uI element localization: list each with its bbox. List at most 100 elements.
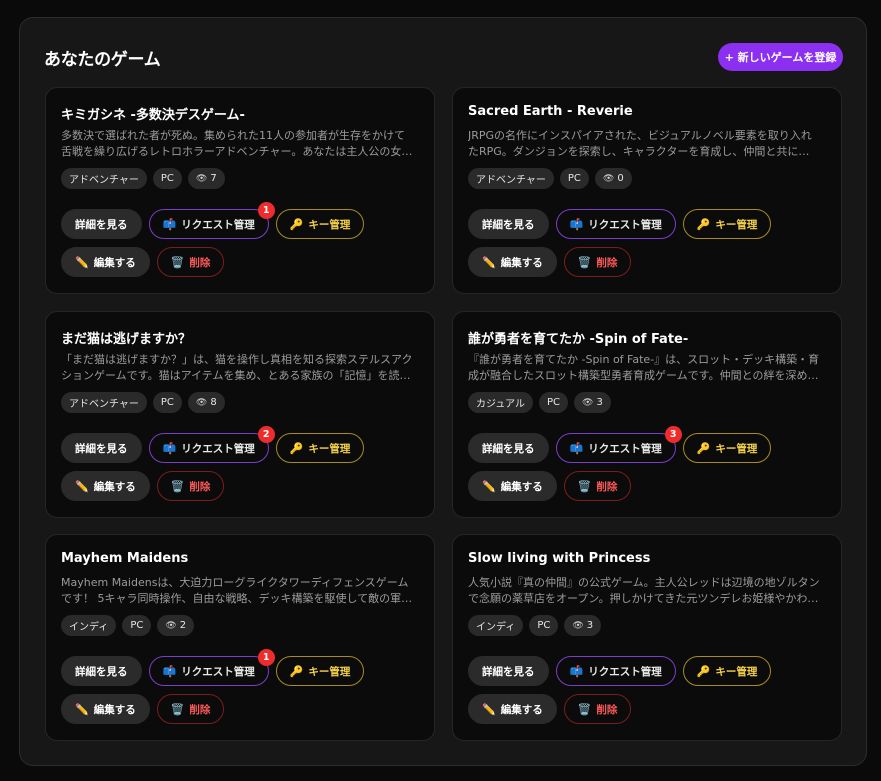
mailbox-icon: 📫 — [162, 441, 177, 455]
game-title: Sacred Earth - Reverie — [468, 104, 633, 119]
game-description: JRPGの名作にインスパイアされた、ビジュアルノベル要素を取り入れたRPG。ダン… — [468, 129, 812, 158]
genre-tag: インディ — [61, 615, 117, 636]
view-details-label: 詳細を見る — [482, 665, 535, 678]
eye-icon: 👁 — [195, 173, 208, 184]
trash-icon: 🗑️ — [577, 479, 592, 493]
manage-keys-button[interactable]: 🔑 キー管理 — [275, 209, 365, 239]
edit-label: 編集する — [93, 480, 136, 493]
game-tags: アドベンチャー PC 👁 7 — [61, 168, 225, 189]
manage-requests-label: リクエスト管理 — [181, 442, 255, 455]
edit-button[interactable]: ✏️ 編集する — [468, 694, 557, 724]
request-count-badge: 1 — [257, 202, 275, 219]
delete-label: 削除 — [189, 256, 211, 269]
manage-keys-label: キー管理 — [308, 665, 351, 678]
manage-requests-label: リクエスト管理 — [181, 218, 255, 231]
pencil-icon: ✏️ — [75, 255, 89, 269]
key-icon: 🔑 — [696, 441, 711, 455]
game-title: Slow living with Princess — [468, 551, 651, 566]
views-tag: 👁 3 — [574, 392, 611, 413]
game-card: Sacred Earth - Reverie JRPGの名作にインスパイアされた… — [452, 87, 842, 294]
trash-icon: 🗑️ — [577, 702, 592, 716]
game-title: Mayhem Maidens — [61, 551, 189, 566]
views-count: 2 — [179, 620, 187, 631]
manage-requests-button[interactable]: 📫 リクエスト管理 2 — [148, 426, 275, 463]
views-count: 0 — [617, 173, 624, 184]
view-details-button[interactable]: 詳細を見る — [61, 209, 142, 239]
key-icon: 🔑 — [696, 217, 711, 231]
view-details-button[interactable]: 詳細を見る — [468, 433, 549, 463]
trash-icon: 🗑️ — [170, 255, 185, 269]
manage-requests-button[interactable]: 📫 リクエスト管理 1 — [148, 202, 275, 239]
game-card: 誰が勇者を育てたか -Spin of Fate- 『誰が勇者を育てたか -Spi… — [452, 311, 842, 518]
views-tag: 👁 2 — [157, 615, 195, 636]
edit-button[interactable]: ✏️ 編集する — [468, 471, 557, 501]
view-details-label: 詳細を見る — [75, 218, 128, 231]
manage-requests-label: リクエスト管理 — [181, 665, 255, 678]
edit-label: 編集する — [93, 703, 136, 716]
game-title: まだ猫は逃げますか？ — [61, 332, 192, 347]
eye-icon: 👁 — [602, 173, 615, 184]
manage-keys-label: キー管理 — [715, 218, 758, 231]
pencil-icon: ✏️ — [482, 255, 496, 269]
views-count: 3 — [586, 620, 594, 631]
manage-keys-button[interactable]: 🔑 キー管理 — [682, 656, 772, 686]
pencil-icon: ✏️ — [482, 702, 496, 716]
delete-label: 削除 — [596, 480, 618, 493]
game-card: キミガシネ -多数決デスゲーム- 多数決で選ばれた者が死ぬ。集められた11人の参… — [45, 87, 435, 294]
view-details-button[interactable]: 詳細を見る — [468, 209, 549, 239]
views-tag: 👁 3 — [564, 615, 602, 636]
manage-keys-button[interactable]: 🔑 キー管理 — [682, 433, 772, 463]
games-panel: あなたのゲーム + 新しいゲームを登録 キミガシネ -多数決デスゲーム- 多数決… — [19, 17, 867, 766]
edit-button[interactable]: ✏️ 編集する — [61, 471, 150, 501]
delete-button[interactable]: 🗑️ 削除 — [156, 247, 225, 277]
delete-button[interactable]: 🗑️ 削除 — [563, 471, 632, 501]
register-new-game-button[interactable]: + 新しいゲームを登録 — [718, 43, 843, 71]
manage-requests-label: リクエスト管理 — [588, 218, 662, 231]
delete-button[interactable]: 🗑️ 削除 — [156, 694, 225, 724]
manage-keys-button[interactable]: 🔑 キー管理 — [275, 433, 365, 463]
delete-button[interactable]: 🗑️ 削除 — [156, 471, 225, 501]
platform-tag: PC — [122, 615, 152, 636]
view-details-button[interactable]: 詳細を見る — [61, 433, 142, 463]
pencil-icon: ✏️ — [75, 479, 89, 493]
key-icon: 🔑 — [696, 664, 711, 678]
game-description: Mayhem Maidensは、大迫力ローグライクタワーディフェンスゲームです！… — [61, 576, 413, 605]
platform-tag: PC — [152, 392, 182, 413]
eye-icon: 👁 — [165, 620, 177, 631]
view-details-button[interactable]: 詳細を見る — [468, 656, 549, 686]
genre-tag: アドベンチャー — [61, 392, 147, 413]
edit-button[interactable]: ✏️ 編集する — [61, 694, 150, 724]
edit-label: 編集する — [500, 703, 543, 716]
view-details-label: 詳細を見る — [75, 442, 128, 455]
genre-tag: カジュアル — [468, 392, 533, 413]
manage-requests-label: リクエスト管理 — [588, 442, 662, 455]
views-tag: 👁 8 — [187, 392, 225, 413]
edit-button[interactable]: ✏️ 編集する — [61, 247, 150, 277]
game-description: 「まだ猫は逃げますか？」は、猫を操作し真相を知る探索ステルスアクションゲームです… — [61, 353, 413, 382]
view-details-button[interactable]: 詳細を見る — [61, 656, 142, 686]
request-count-badge: 2 — [257, 426, 275, 443]
views-count: 3 — [596, 397, 603, 408]
delete-button[interactable]: 🗑️ 削除 — [563, 247, 632, 277]
genre-tag: アドベンチャー — [61, 168, 147, 189]
manage-requests-button[interactable]: 📫 リクエスト管理 3 — [555, 426, 682, 463]
manage-requests-button[interactable]: 📫 リクエスト管理 1 — [148, 649, 275, 686]
edit-label: 編集する — [93, 256, 136, 269]
page-title: あなたのゲーム — [44, 50, 161, 70]
game-tags: インディ PC 👁 3 — [468, 615, 602, 636]
genre-tag: インディ — [468, 615, 524, 636]
genre-tag: アドベンチャー — [468, 168, 554, 189]
game-title: キミガシネ -多数決デスゲーム- — [61, 108, 245, 123]
game-description: 多数決で選ばれた者が死ぬ。集められた11人の参加者が生存をかけて舌戦を繰り広げる… — [61, 129, 413, 158]
trash-icon: 🗑️ — [170, 479, 185, 493]
platform-tag: PC — [539, 392, 569, 413]
manage-requests-button[interactable]: 📫 リクエスト管理 — [555, 656, 676, 686]
edit-button[interactable]: ✏️ 編集する — [468, 247, 557, 277]
manage-keys-label: キー管理 — [308, 442, 351, 455]
manage-keys-button[interactable]: 🔑 キー管理 — [275, 656, 365, 686]
delete-label: 削除 — [189, 480, 211, 493]
mailbox-icon: 📫 — [569, 664, 584, 678]
manage-requests-button[interactable]: 📫 リクエスト管理 — [555, 209, 676, 239]
delete-button[interactable]: 🗑️ 削除 — [563, 694, 632, 724]
manage-keys-button[interactable]: 🔑 キー管理 — [682, 209, 772, 239]
